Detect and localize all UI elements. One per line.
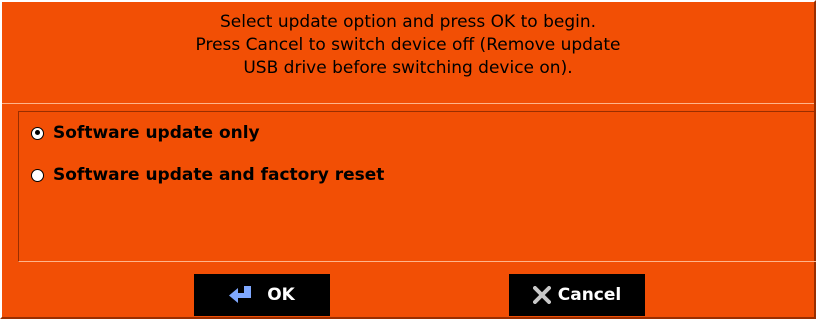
option-label: Software update and factory reset <box>53 165 385 185</box>
update-options-panel: Software update only Software update and… <box>18 111 816 262</box>
ok-label: OK <box>267 285 295 305</box>
radio-button-selected[interactable] <box>31 126 44 140</box>
option-label: Software update only <box>53 123 260 143</box>
update-dialog: Select update option and press OK to beg… <box>0 0 816 319</box>
instruction-line-2: Press Cancel to switch device off (Remov… <box>195 35 621 55</box>
cancel-button[interactable]: Cancel <box>509 274 645 316</box>
radio-button[interactable] <box>31 168 44 182</box>
divider <box>2 103 814 104</box>
instruction-line-1: Select update option and press OK to beg… <box>219 12 597 32</box>
option-software-update-only[interactable]: Software update only <box>31 121 260 145</box>
x-close-icon <box>532 286 551 304</box>
ok-button[interactable]: OK <box>194 274 330 316</box>
cancel-label: Cancel <box>557 285 622 305</box>
enter-arrow-icon <box>229 286 253 304</box>
instruction-message: Select update option and press OK to beg… <box>2 11 814 80</box>
instruction-line-3: USB drive before switching device on). <box>243 58 573 78</box>
option-software-update-factory-reset[interactable]: Software update and factory reset <box>31 163 384 187</box>
